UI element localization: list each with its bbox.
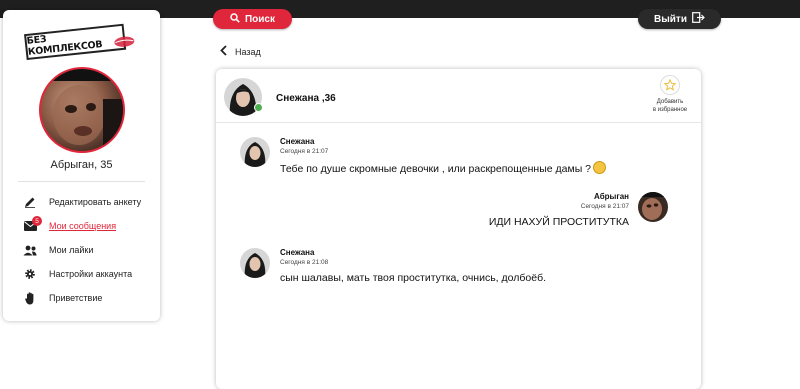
sidebar-item-messages[interactable]: 5 Мои сообщения — [23, 214, 141, 238]
search-button[interactable]: Поиск — [213, 9, 292, 29]
chevron-left-icon — [220, 45, 227, 58]
message-avatar[interactable] — [638, 192, 668, 222]
sidebar-item-likes[interactable]: Мои лайки — [23, 238, 141, 262]
message-avatar[interactable] — [240, 137, 270, 167]
favorites-label-line-2: в избранное — [652, 107, 688, 113]
star-icon — [660, 75, 680, 95]
logout-icon — [692, 12, 705, 26]
profile-name: Абрыган, 35 — [50, 159, 113, 171]
message-time: Сегодня в 21:07 — [280, 148, 329, 155]
message-time: Сегодня в 21:08 — [280, 259, 329, 266]
sidebar: БЕЗ КОМПЛЕКСОВ Абрыган, 35 Редактировать… — [3, 10, 160, 321]
logo-text: БЕЗ КОМПЛЕКСОВ — [24, 23, 127, 61]
add-to-favorites-button[interactable]: Добавить в избранное — [648, 75, 692, 114]
chat-partner-name: Снежана ,36 — [276, 93, 336, 104]
sidebar-item-label: Приветствие — [49, 293, 103, 303]
messages-count-badge: 5 — [32, 216, 42, 226]
back-link[interactable]: Назад — [220, 45, 261, 58]
online-status-dot — [254, 103, 263, 112]
gear-icon — [23, 267, 37, 281]
message-text: ИДИ НАХУЙ ПРОСТИТУТКА — [488, 216, 629, 228]
sidebar-item-label: Настройки аккаунта — [49, 269, 133, 279]
smile-emoji-icon — [593, 161, 607, 174]
sidebar-item-greeting[interactable]: Приветствие — [23, 286, 141, 310]
profile-avatar[interactable] — [39, 67, 125, 153]
lips-icon — [113, 34, 137, 55]
hand-icon — [23, 291, 37, 305]
pencil-icon — [23, 195, 37, 209]
sidebar-divider — [18, 181, 145, 182]
site-logo[interactable]: БЕЗ КОМПЛЕКСОВ — [20, 19, 135, 64]
sidebar-item-account-settings[interactable]: Настройки аккаунта — [23, 262, 141, 286]
sidebar-item-label: Мои сообщения — [49, 221, 117, 231]
message-author: Снежана — [280, 137, 315, 146]
message-time: Сегодня в 21:07 — [580, 203, 629, 210]
search-icon — [230, 12, 240, 26]
message-author: Абрыган — [594, 192, 629, 201]
message-text-content: Тебе по душе скромные девочки , или раск… — [280, 163, 592, 175]
favorites-label-line-1: Добавить — [656, 99, 684, 105]
search-button-label: Поиск — [244, 13, 275, 25]
sidebar-item-label: Мои лайки — [49, 245, 94, 255]
people-icon — [23, 243, 37, 257]
message-avatar[interactable] — [240, 248, 270, 278]
logout-button-label: Выйти — [654, 13, 687, 25]
sidebar-item-label: Редактировать анкету — [49, 197, 142, 207]
chat-header-divider — [216, 122, 701, 123]
sidebar-item-edit-profile[interactable]: Редактировать анкету — [23, 190, 141, 214]
logout-button[interactable]: Выйти — [638, 9, 721, 29]
chat-panel: Снежана ,36 Добавить в избранное Снежана… — [216, 69, 701, 389]
message-text: Тебе по душе скромные девочки , или раск… — [280, 161, 607, 175]
back-link-label: Назад — [235, 46, 261, 57]
sidebar-menu: Редактировать анкету 5 Мои сообщения Мои… — [23, 190, 141, 310]
message-author: Снежана — [280, 248, 315, 257]
message-text: сын шалавы, мать твоя проститутка, очнис… — [280, 272, 546, 284]
